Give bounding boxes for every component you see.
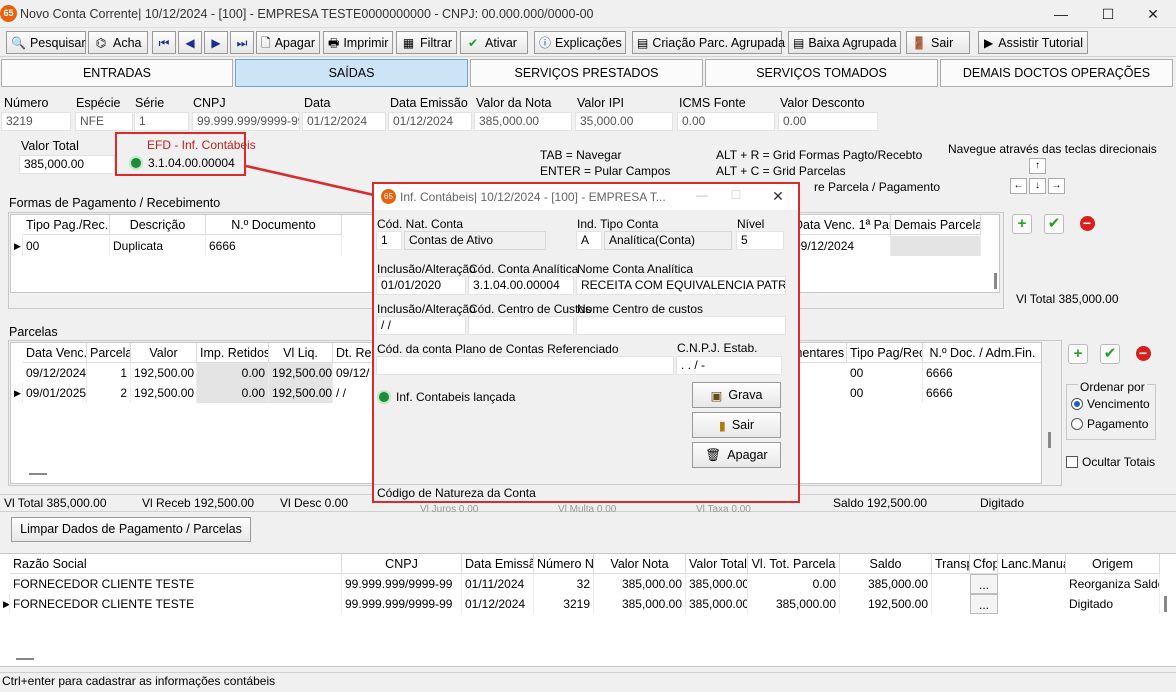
dlg-sair-button[interactable]: ▮ Sair	[692, 412, 781, 438]
dlg-status-icon	[377, 390, 391, 404]
dlg-ind-tipo-label: Ind. Tipo Conta	[577, 217, 659, 231]
dlg-cod-nat-field[interactable]: 1	[376, 231, 402, 250]
dlg-nome-analitica-field[interactable]: RECEITA COM EQUIVALENCIA PATRIMO	[576, 276, 786, 295]
dialog-title-bar: 65 Inf. Contábeis| 10/12/2024 - [100] - …	[374, 184, 798, 210]
dialog-logo-icon: 65	[381, 189, 396, 204]
dlg-nome-cc-label: Nome Centro de custos	[577, 302, 704, 316]
dlg-status-text: Inf. Contabeis lançada	[396, 390, 516, 404]
dialog-maximize-button[interactable]: ☐	[726, 188, 746, 202]
dlg-ref-field[interactable]	[376, 356, 674, 375]
dlg-cod-analitica-field[interactable]: 3.1.04.00.00004	[468, 276, 574, 295]
dlg-nat-desc-field: Contas de Ativo	[404, 231, 546, 250]
dlg-cnpj-estab-field[interactable]: . . / -	[676, 356, 782, 375]
exit-icon: ▮	[718, 418, 726, 433]
dlg-ref-label: Cód. da conta Plano de Contas Referencia…	[377, 342, 619, 356]
dlg-ind-tipo-field[interactable]: A	[576, 231, 602, 250]
dlg-incl2-label: Inclusão/Alteração	[377, 302, 476, 316]
dlg-incl2-field[interactable]: / /	[376, 316, 466, 335]
dlg-cnpj-estab-label: C.N.P.J. Estab.	[677, 341, 758, 355]
dialog-close-button[interactable]: ✕	[768, 188, 788, 205]
dialog-minimize-button[interactable]: —	[692, 188, 712, 202]
inf-contabeis-dialog: 65 Inf. Contábeis| 10/12/2024 - [100] - …	[372, 182, 800, 503]
dlg-incl1-field[interactable]: 01/01/2020	[376, 276, 466, 295]
dlg-cod-cc-field[interactable]	[468, 316, 574, 335]
dlg-cod-analitica-label: Cód. Conta Analítica	[469, 262, 579, 276]
trash-icon: 🗑	[705, 447, 722, 462]
apagar-label: Apagar	[727, 448, 768, 462]
save-icon: ▣	[710, 388, 723, 403]
dlg-cod-cc-label: Cód. Centro de Custos	[469, 302, 592, 316]
dlg-apagar-button[interactable]: 🗑 Apagar	[692, 442, 781, 468]
dlg-nivel-label: Nível	[737, 217, 765, 231]
grava-label: Grava	[728, 388, 763, 402]
dlg-footer: Código de Natureza da Conta	[374, 484, 798, 501]
dlg-ind-desc-field: Analítica(Conta)	[604, 231, 732, 250]
dlg-grava-button[interactable]: ▣ Grava	[692, 382, 781, 408]
dlg-cod-nat-label: Cód. Nat. Conta	[377, 217, 464, 231]
dlg-nome-cc-field[interactable]	[576, 316, 786, 335]
dlg-nome-analitica-label: Nome Conta Analítica	[577, 262, 694, 276]
dlg-nivel-field[interactable]: 5	[736, 231, 784, 250]
dialog-title: Inf. Contábeis| 10/12/2024 - [100] - EMP…	[400, 190, 666, 204]
dlg-incl1-label: Inclusão/Alteração	[377, 262, 476, 276]
sair-label: Sair	[731, 418, 755, 432]
